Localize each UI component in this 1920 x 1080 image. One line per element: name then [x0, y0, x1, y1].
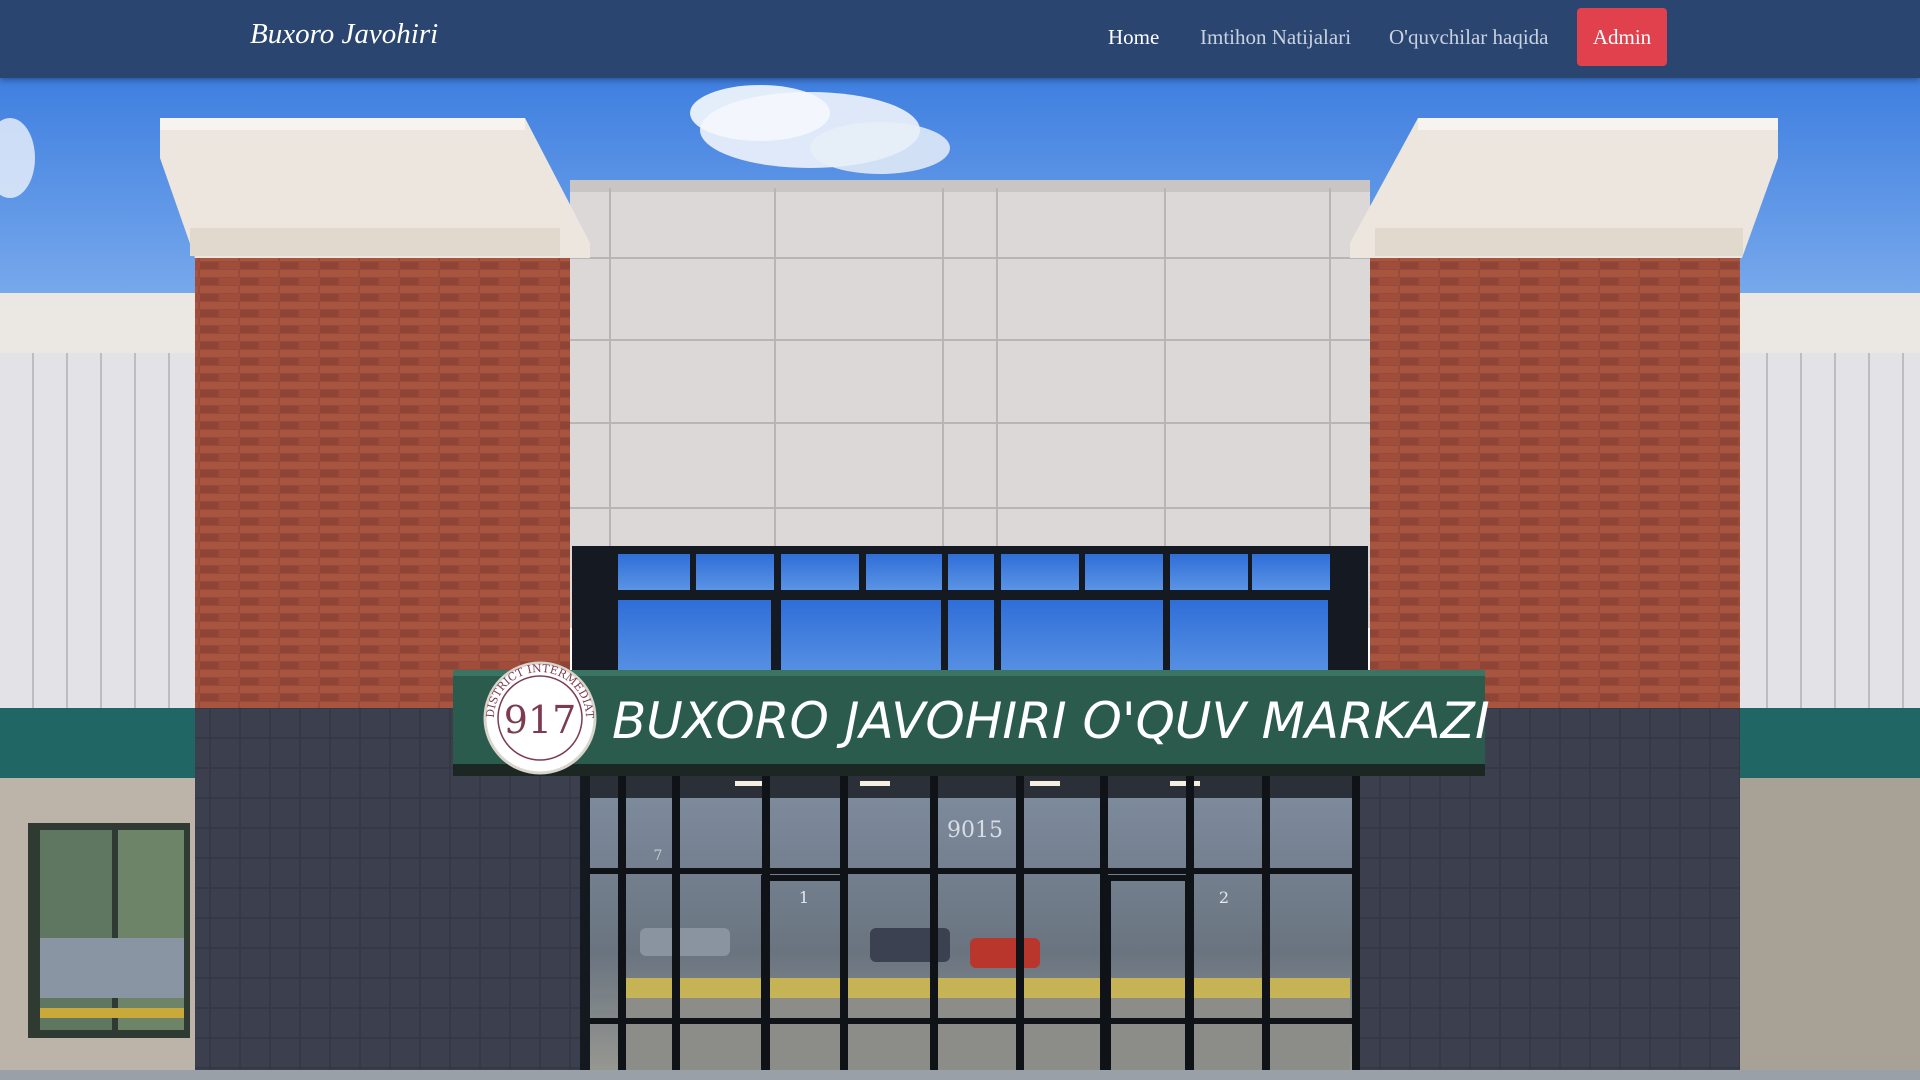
nav-link-about-students[interactable]: O'quvchilar haqida	[1389, 25, 1548, 50]
nav-link-home[interactable]: Home	[1108, 25, 1159, 50]
door-number-2: 2	[1219, 888, 1229, 907]
seal-number: 917	[504, 698, 577, 742]
top-navbar: Buxoro Javohiri Home Imtihon Natijalari …	[0, 0, 1920, 78]
door-number-1: 1	[799, 888, 809, 907]
hero-banner: BUXORO JAVOHIRI O'QUV MARKAZI 917 DISTRI…	[0, 78, 1920, 1080]
school-building-image: BUXORO JAVOHIRI O'QUV MARKAZI 917 DISTRI…	[0, 78, 1920, 1080]
building-number: 9015	[947, 818, 1003, 843]
nav-link-exam-results[interactable]: Imtihon Natijalari	[1200, 25, 1351, 50]
admin-button[interactable]: Admin	[1577, 8, 1667, 66]
door-number-7: 7	[654, 848, 663, 864]
sign-text: BUXORO JAVOHIRI O'QUV MARKAZI	[612, 692, 1490, 750]
brand-logo-link[interactable]: Buxoro Javohiri	[250, 18, 438, 51]
